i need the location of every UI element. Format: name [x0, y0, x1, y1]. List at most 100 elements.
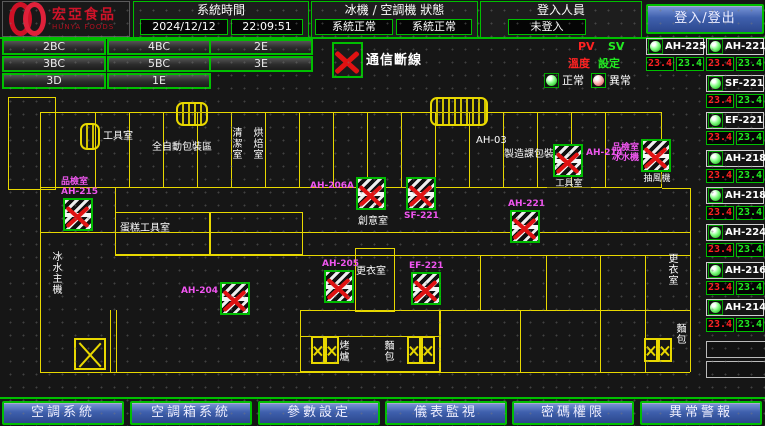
- floor-plan: 工具室全自動包裝區清潔室烘焙室AH-03製造課包裝班蛋糕工具室冰水主機創意室更衣…: [0, 90, 703, 398]
- login-user-label: 登入人員: [481, 2, 641, 18]
- login-user-value: 未登入: [508, 19, 586, 35]
- floor-button-1e[interactable]: 1E: [107, 73, 211, 89]
- unit-pv-value: 23.4: [706, 243, 734, 257]
- equipment-icon: [644, 338, 658, 362]
- comm-disconnect-icon: [332, 42, 363, 78]
- unit-led-icon: [708, 39, 723, 54]
- unit-pv-value: 23.4: [706, 94, 734, 108]
- ahu-device-ah-221[interactable]: [510, 210, 540, 243]
- wall: [480, 255, 481, 310]
- wall: [40, 372, 690, 373]
- wall: [520, 310, 521, 372]
- room-label: 清潔室: [230, 127, 241, 160]
- unit-values-ah-218b: 23.423.4: [706, 206, 764, 220]
- empty-slot: [706, 361, 765, 378]
- unit-values-ef-221: 23.423.4: [706, 131, 764, 145]
- ahu-device-sf-221[interactable]: [406, 177, 436, 210]
- equipment-icon: [311, 336, 325, 364]
- wall: [115, 255, 690, 256]
- unit-name: AH-218A: [725, 153, 765, 164]
- unit-ah-225[interactable]: AH-225: [646, 38, 704, 55]
- ahu-device-ah-204[interactable]: [220, 282, 250, 315]
- ahu-hatch-icon-disconnected: [220, 282, 250, 315]
- unit-ah-221a[interactable]: AH-221A: [706, 38, 764, 55]
- floor-button-4bc[interactable]: 4BC: [107, 39, 211, 55]
- unit-ah-216[interactable]: AH-216: [706, 262, 764, 279]
- legend-abnormal: 異常: [591, 72, 631, 88]
- ahu-device-ah-215[interactable]: [63, 198, 93, 231]
- unit-sf-221[interactable]: SF-221: [706, 75, 764, 92]
- unit-led-icon: [708, 225, 723, 240]
- equipment-icon: [74, 338, 106, 370]
- unit-pv-value: 23.4: [646, 57, 674, 71]
- nav-button-1[interactable]: 空調系統: [2, 401, 124, 425]
- floor-button-3e[interactable]: 3E: [209, 56, 313, 72]
- system-date-value: 2024/12/12: [140, 19, 228, 35]
- room-label: 更衣室: [356, 266, 386, 277]
- wall: [116, 310, 117, 372]
- device-caption: 抽風機: [635, 174, 679, 184]
- nav-button-3[interactable]: 參數設定: [258, 401, 380, 425]
- unit-values-sf-221: 23.423.4: [706, 94, 764, 108]
- normal-led-icon: [544, 73, 559, 88]
- unit-led-icon: [708, 76, 723, 91]
- normal-label: 正常: [562, 72, 584, 88]
- unit-ah-224[interactable]: AH-224: [706, 224, 764, 241]
- wall: [40, 188, 41, 372]
- room-label: 創意室: [358, 216, 388, 227]
- room-label: 麵包: [674, 323, 685, 345]
- device-label: AH-204: [174, 286, 218, 296]
- unit-name: EF-221: [725, 115, 763, 126]
- device-label: AH-221: [508, 199, 545, 209]
- ahu-device-ah-206a[interactable]: [356, 177, 386, 210]
- ahu-device-ah-205[interactable]: [324, 270, 354, 303]
- floor-button-5bc[interactable]: 5BC: [107, 56, 211, 72]
- wall: [440, 310, 690, 311]
- wall: [265, 112, 266, 188]
- nav-button-6[interactable]: 異常警報: [640, 401, 762, 425]
- floor-button-3d[interactable]: 3D: [2, 73, 106, 89]
- stairs-icon: [176, 102, 208, 126]
- unit-led-icon: [648, 39, 663, 54]
- floor-button-2bc[interactable]: 2BC: [2, 39, 106, 55]
- ahu-device-ah-214[interactable]: [553, 144, 583, 177]
- ahu-hatch-icon-disconnected: [406, 177, 436, 210]
- ahu-device-冰水機[interactable]: [641, 139, 671, 172]
- abnormal-label: 異常: [609, 72, 631, 88]
- nav-button-4[interactable]: 儀表監視: [385, 401, 507, 425]
- wall: [299, 112, 300, 188]
- ahu-hatch-icon-disconnected: [356, 177, 386, 210]
- room-label: 工具室: [103, 131, 133, 142]
- abnormal-led-icon: [591, 73, 606, 88]
- ahu-hatch-icon-disconnected: [324, 270, 354, 303]
- unit-name: AH-216: [725, 265, 765, 276]
- equipment-icon: [658, 338, 672, 362]
- unit-values-ah-216: 23.423.4: [706, 281, 764, 295]
- room-label: 麵包: [382, 340, 393, 362]
- system-time-value: 22:09:51: [231, 19, 303, 35]
- unit-ah-218a[interactable]: AH-218A: [706, 150, 764, 167]
- device-caption: 工具室: [547, 179, 591, 189]
- wall: [110, 310, 111, 372]
- nav-button-2[interactable]: 空調箱系統: [130, 401, 252, 425]
- wall: [662, 188, 690, 189]
- unit-values-ah-214: 23.423.4: [706, 318, 764, 332]
- floor-button-2e[interactable]: 2E: [209, 39, 313, 55]
- unit-sv-value: 23.4: [736, 169, 764, 183]
- unit-name: AH-214: [725, 302, 765, 313]
- unit-ah-214[interactable]: AH-214: [706, 299, 764, 316]
- unit-ef-221[interactable]: EF-221: [706, 112, 764, 129]
- logo-text: 宏亞食品: [52, 8, 116, 23]
- ahu-device-ef-221[interactable]: [411, 272, 441, 305]
- unit-sv-value: 23.4: [736, 206, 764, 220]
- unit-name: SF-221: [725, 78, 764, 89]
- unit-pv-value: 23.4: [706, 318, 734, 332]
- floor-button-3bc[interactable]: 3BC: [2, 56, 106, 72]
- unit-ah-218b[interactable]: AH-218B: [706, 187, 764, 204]
- nav-button-5[interactable]: 密碼權限: [512, 401, 634, 425]
- wall: [440, 310, 441, 372]
- unit-led-icon: [708, 263, 723, 278]
- sv-header: SV: [608, 40, 624, 53]
- room-label: AH-03: [476, 135, 507, 146]
- login-logout-button[interactable]: 登入/登出: [646, 4, 764, 34]
